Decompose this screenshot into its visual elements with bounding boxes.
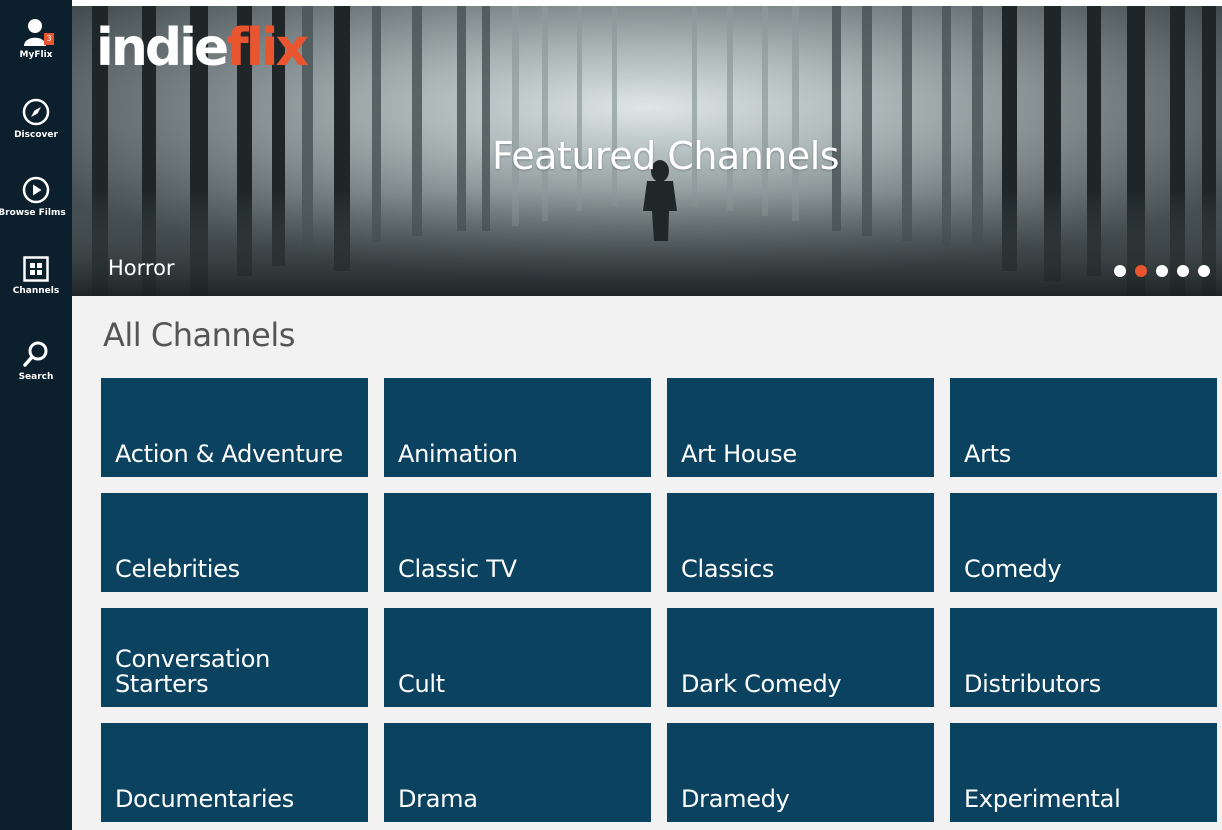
carousel-dot[interactable] [1177, 265, 1189, 277]
channel-tile[interactable]: Classics [667, 493, 934, 592]
nav-channels[interactable]: Channels [0, 256, 72, 296]
channel-grid: Action & Adventure Animation Art House A… [101, 378, 1217, 822]
nav-browse-films[interactable]: Browse Films [0, 176, 72, 218]
grid-icon [23, 256, 49, 282]
channel-tile-label: Distributors [964, 670, 1101, 698]
indieflix-logo[interactable]: indieflix [96, 12, 309, 84]
channel-tile-label: Arts [964, 440, 1011, 468]
search-icon [23, 341, 48, 367]
logo-text-indie: indie [96, 18, 229, 78]
play-circle-icon [22, 176, 50, 204]
nav-discover[interactable]: Discover [0, 98, 72, 140]
carousel-dot[interactable] [1114, 265, 1126, 277]
sidebar: 3 MyFlix Discover Browse Films Channels [0, 0, 72, 830]
nav-myflix-label: MyFlix [19, 50, 53, 60]
all-channels-section: All Channels Action & Adventure Animatio… [72, 296, 1222, 830]
channel-tile[interactable]: Dark Comedy [667, 608, 934, 707]
carousel-pagination [1114, 265, 1210, 277]
channel-tile[interactable]: Drama [384, 723, 651, 822]
channel-tile[interactable]: Arts [950, 378, 1217, 477]
channel-tile-label: Experimental [964, 785, 1121, 813]
channel-tile-label: Documentaries [115, 785, 294, 813]
nav-search-label: Search [18, 372, 54, 382]
channel-tile-label: Dark Comedy [681, 670, 842, 698]
compass-icon [22, 98, 50, 126]
channel-tile-label: Conversation Starters [115, 645, 271, 698]
channel-tile-label: Classic TV [398, 555, 517, 583]
channel-tile[interactable]: Classic TV [384, 493, 651, 592]
carousel-dot-active[interactable] [1135, 265, 1147, 277]
featured-banner[interactable]: indieflix Featured Channels Horror [72, 6, 1222, 296]
channel-tile[interactable]: Art House [667, 378, 934, 477]
channel-tile[interactable]: Comedy [950, 493, 1217, 592]
channel-tile-label: Classics [681, 555, 775, 583]
channel-tile[interactable]: Conversation Starters [101, 608, 368, 707]
channel-tile[interactable]: Action & Adventure [101, 378, 368, 477]
channel-tile-label: Comedy [964, 555, 1062, 583]
nav-discover-label: Discover [14, 130, 58, 140]
channel-tile-label: Action & Adventure [115, 440, 343, 468]
carousel-dot[interactable] [1156, 265, 1168, 277]
channel-tile[interactable]: Experimental [950, 723, 1217, 822]
channel-tile-label: Drama [398, 785, 478, 813]
carousel-dot[interactable] [1198, 265, 1210, 277]
channel-tile[interactable]: Animation [384, 378, 651, 477]
channel-tile[interactable]: Dramedy [667, 723, 934, 822]
channel-tile[interactable]: Distributors [950, 608, 1217, 707]
notification-badge: 3 [44, 33, 54, 45]
channel-tile[interactable]: Cult [384, 608, 651, 707]
nav-search[interactable]: Search [0, 340, 72, 382]
page-title: All Channels [103, 316, 295, 354]
channel-tile-label: Animation [398, 440, 518, 468]
logo-text-flix: flix [226, 18, 309, 78]
channel-tile-label: Cult [398, 670, 445, 698]
channel-tile[interactable]: Documentaries [101, 723, 368, 822]
nav-channels-label: Channels [12, 286, 60, 296]
nav-myflix[interactable]: 3 MyFlix [0, 18, 72, 60]
channel-tile-label: Art House [681, 440, 797, 468]
featured-channel-caption[interactable]: Horror [108, 256, 175, 280]
nav-browse-films-label: Browse Films [0, 208, 66, 218]
featured-channels-title: Featured Channels [492, 134, 840, 178]
channel-tile[interactable]: Celebrities [101, 493, 368, 592]
channel-tile-label: Dramedy [681, 785, 790, 813]
channel-tile-label: Celebrities [115, 555, 240, 583]
